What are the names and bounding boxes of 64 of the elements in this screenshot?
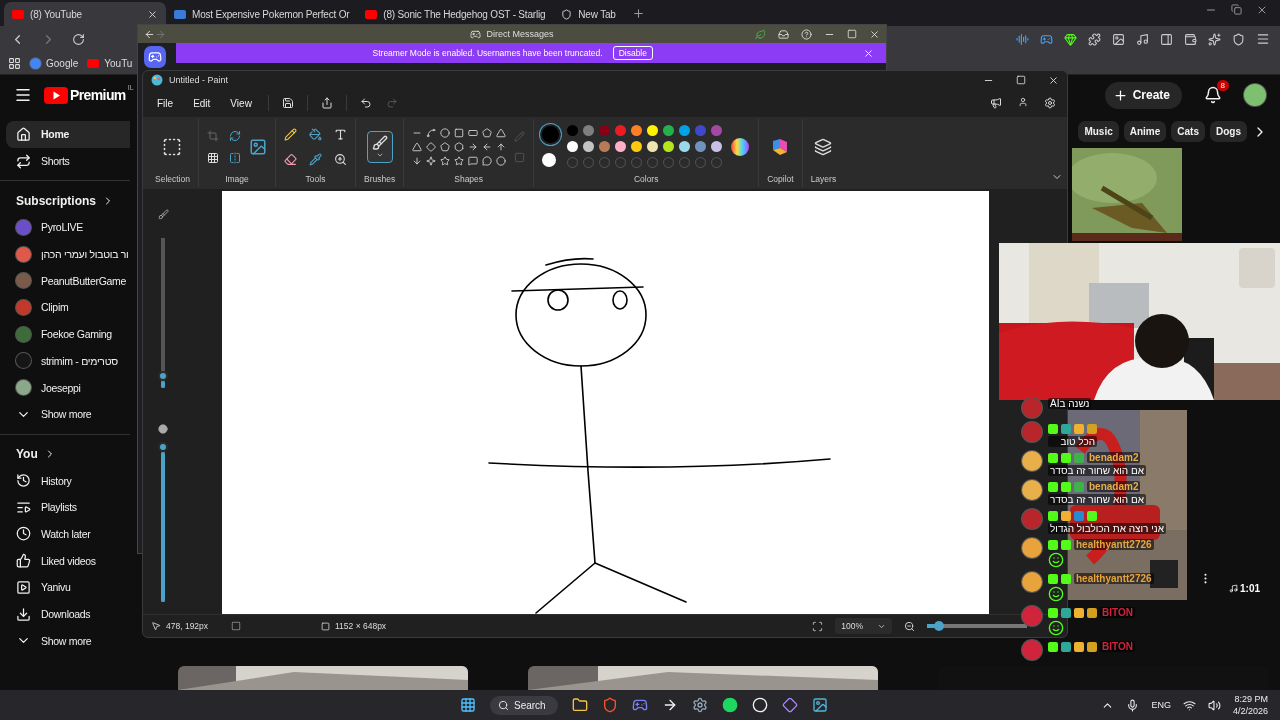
username: benadam2 bbox=[1087, 481, 1141, 492]
group-label: Image bbox=[225, 174, 249, 186]
filter-chip[interactable]: Cats bbox=[1171, 121, 1205, 142]
notification-count: 8 bbox=[1216, 80, 1229, 91]
sidebar-item[interactable]: Foekoe Gaming bbox=[6, 320, 130, 348]
window-title: Untitled - Paint bbox=[169, 75, 229, 85]
group-label: Copilot bbox=[767, 174, 794, 186]
sidebar-item[interactable]: Home bbox=[6, 121, 130, 148]
menu-item[interactable]: View bbox=[222, 93, 260, 113]
username: healthyantt2726 bbox=[1074, 573, 1154, 584]
group-label: Brushes bbox=[363, 174, 396, 186]
disable-button[interactable]: Disable bbox=[612, 46, 653, 60]
cursor-position: 478, 192px bbox=[151, 621, 221, 631]
browser-tab[interactable]: Most Expensive Pokemon Perfect Or bbox=[166, 2, 358, 26]
sidebar-item[interactable]: Joeseppi bbox=[6, 374, 130, 401]
menu-item[interactable]: File bbox=[149, 93, 182, 113]
group-label: Selection bbox=[155, 174, 190, 186]
username: healthyantt2726 bbox=[1074, 539, 1154, 550]
browser-tab[interactable]: (8) Sonic The Hedgehog OST - Starlig bbox=[357, 2, 554, 26]
zoom-dropdown[interactable]: 100% bbox=[835, 618, 892, 634]
sidebar-item[interactable]: Show more bbox=[6, 400, 130, 428]
browser-tab[interactable]: (8) YouTube bbox=[4, 2, 166, 26]
clock[interactable]: 8:29 PM 4/2/2026 bbox=[1232, 693, 1268, 717]
sidebar-item[interactable]: Show more bbox=[6, 627, 130, 655]
sidebar-item[interactable]: Liked videos bbox=[6, 547, 130, 574]
chat-message: אם הוא שחור זה בסדר bbox=[1048, 494, 1146, 505]
banner-text: Streamer Mode is enabled. Usernames have been truncated. bbox=[372, 48, 603, 58]
canvas-size: 1152 × 648px bbox=[321, 621, 391, 631]
video-duration: 1:01 bbox=[1229, 583, 1260, 594]
chat-message: אם הוא שחור זה בסדר bbox=[1048, 465, 1146, 476]
group-label: Tools bbox=[305, 174, 326, 186]
chat-message: נשנה בAI bbox=[1048, 398, 1092, 409]
sidebar-item[interactable]: PyroLIVE bbox=[6, 214, 130, 241]
menu-item[interactable]: Edit bbox=[185, 93, 219, 113]
bookmark[interactable]: YouTu bbox=[87, 57, 133, 69]
bookmark[interactable]: Google bbox=[30, 57, 79, 69]
sidebar-item[interactable]: Shorts bbox=[6, 147, 130, 175]
section-heading[interactable]: Subscriptions bbox=[6, 187, 130, 215]
search-field[interactable]: Search bbox=[490, 695, 558, 715]
filter-chip[interactable]: Dogs bbox=[1210, 121, 1247, 142]
filter-chip[interactable]: Music bbox=[1078, 121, 1119, 142]
username: BITON bbox=[1100, 607, 1135, 618]
browser-tab[interactable]: New Tab bbox=[553, 2, 624, 26]
create-button[interactable]: Create bbox=[1104, 81, 1182, 109]
sidebar-item[interactable]: Watch later bbox=[6, 520, 130, 548]
group-label: Colors bbox=[633, 174, 659, 186]
sidebar-item[interactable]: סטרימים - strimim bbox=[6, 347, 130, 375]
sidebar-item[interactable]: ור בוטבול ועמרי הכהן bbox=[6, 240, 130, 268]
sidebar-item[interactable]: Playlists bbox=[6, 493, 130, 521]
chat-message: הכל טוב bbox=[1048, 436, 1097, 447]
sidebar-item[interactable]: PeanutButterGame bbox=[6, 267, 130, 295]
group-label: Layers bbox=[810, 174, 837, 186]
section-heading[interactable]: You bbox=[6, 440, 130, 468]
username: benadam2 bbox=[1087, 452, 1141, 463]
sidebar-item[interactable]: Downloads bbox=[6, 600, 130, 628]
sidebar-item[interactable]: Yanivu bbox=[6, 574, 130, 601]
window-title: Direct Messages bbox=[486, 29, 554, 39]
language-indicator[interactable]: ENG bbox=[1151, 700, 1171, 710]
sidebar-item[interactable]: Clipim bbox=[6, 294, 130, 321]
sidebar-item[interactable]: History bbox=[6, 467, 130, 494]
filter-chip[interactable]: Anime bbox=[1123, 121, 1167, 142]
username: BITON bbox=[1100, 641, 1135, 652]
group-label: Shapes bbox=[454, 174, 484, 186]
chat-message: אני רוצה את הכולבול הגדול bbox=[1048, 523, 1166, 534]
